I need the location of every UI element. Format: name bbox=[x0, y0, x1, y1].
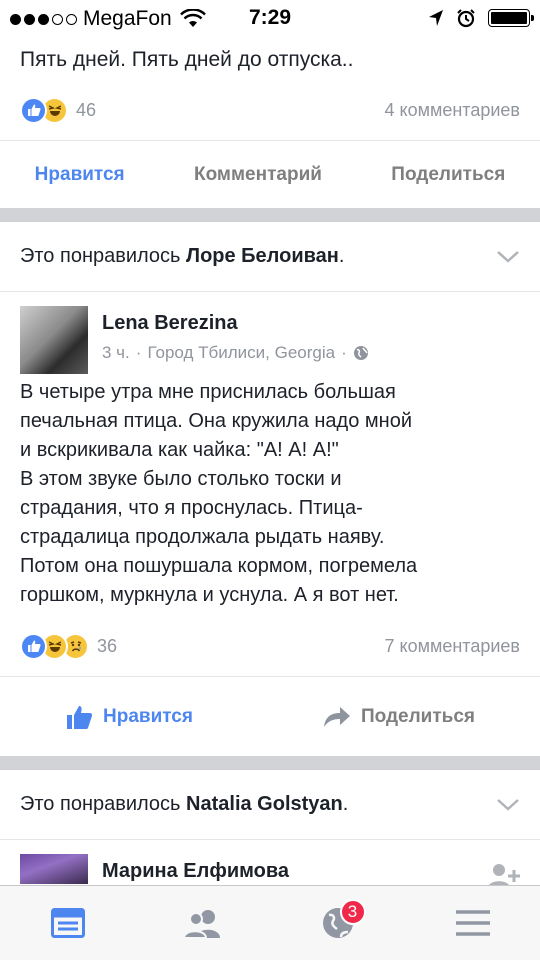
comment-button[interactable]: Комментарий bbox=[194, 164, 322, 186]
author-name[interactable]: Марина Елфимова bbox=[102, 860, 488, 883]
like-button[interactable]: Нравится bbox=[35, 164, 125, 186]
liked-by-text: Это понравилось Лоре Белоиван. bbox=[20, 245, 345, 267]
feed-divider bbox=[0, 208, 540, 222]
news-feed-icon bbox=[50, 908, 85, 938]
share-button[interactable]: Поделиться bbox=[391, 164, 505, 186]
hamburger-menu-icon bbox=[455, 910, 490, 936]
reactions-summary[interactable]: 46 bbox=[20, 96, 97, 124]
story-header: Это понравилось Natalia Golstyan. bbox=[0, 770, 540, 840]
post-author: Марина Елфимова bbox=[0, 840, 540, 885]
location-arrow-icon bbox=[429, 10, 443, 26]
like-button[interactable]: Нравится bbox=[65, 703, 193, 731]
liked-by-name[interactable]: Лоре Белоиван bbox=[186, 245, 339, 267]
like-reaction-icon bbox=[20, 96, 47, 124]
status-bar: MegaFon 7:29 bbox=[0, 0, 540, 36]
notifications-badge: 3 bbox=[339, 899, 366, 925]
comments-count[interactable]: 7 комментариев bbox=[385, 636, 521, 657]
friends-icon bbox=[183, 910, 220, 938]
avatar[interactable] bbox=[20, 306, 88, 374]
avatar[interactable] bbox=[20, 854, 88, 884]
post-stats: 36 7 комментариев bbox=[0, 616, 540, 676]
feed-divider bbox=[0, 756, 540, 770]
post-location[interactable]: Город Тбилиси, Georgia bbox=[147, 343, 335, 363]
post-time[interactable]: 3 ч. bbox=[102, 343, 130, 363]
news-feed[interactable]: Пять дней. Пять дней до отпуска.. 46 4 к… bbox=[0, 36, 540, 885]
like-label: Нравится bbox=[103, 705, 193, 727]
post-card: Это понравилось Лоре Белоиван. Lena Bere… bbox=[0, 222, 540, 756]
reactions-summary[interactable]: 36 bbox=[20, 632, 118, 660]
tab-menu[interactable] bbox=[443, 893, 503, 953]
tab-friend-requests[interactable] bbox=[173, 893, 233, 953]
tab-bar: 3 bbox=[0, 885, 540, 960]
tab-notifications[interactable]: 3 bbox=[308, 893, 368, 953]
post-meta: 3 ч. · Город Тбилиси, Georgia · bbox=[102, 343, 369, 363]
share-button[interactable]: Поделиться bbox=[323, 705, 475, 729]
post-stats: 46 4 комментариев bbox=[0, 80, 540, 140]
post-text: Пять дней. Пять дней до отпуска.. bbox=[20, 48, 354, 71]
share-label: Поделиться bbox=[360, 705, 475, 727]
liked-by-text: Это понравилось Natalia Golstyan. bbox=[20, 793, 349, 815]
globe-icon bbox=[353, 346, 368, 360]
author-name[interactable]: Lena Berezina bbox=[102, 312, 369, 335]
liked-by-name[interactable]: Natalia Golstyan bbox=[186, 793, 343, 815]
reactions-count: 36 bbox=[97, 635, 118, 656]
reactions-count: 46 bbox=[76, 99, 97, 120]
add-friend-icon[interactable] bbox=[488, 862, 520, 885]
like-reaction-icon bbox=[20, 632, 47, 660]
post-card: Это понравилось Natalia Golstyan. Марина… bbox=[0, 770, 540, 885]
post-actions: Нравится Поделиться bbox=[0, 676, 540, 756]
tab-news-feed[interactable] bbox=[38, 893, 98, 953]
post-author: Lena Berezina 3 ч. · Город Тбилиси, Geor… bbox=[0, 292, 540, 378]
alarm-clock-icon bbox=[457, 9, 475, 28]
chevron-down-icon[interactable] bbox=[496, 798, 520, 812]
thumbs-up-icon bbox=[67, 705, 93, 729]
story-header: Это понравилось Лоре Белоиван. bbox=[0, 222, 540, 292]
post-text: В четыре утра мне приснилась большая печ… bbox=[20, 381, 418, 606]
share-arrow-icon bbox=[323, 706, 350, 727]
chevron-down-icon[interactable] bbox=[496, 250, 520, 264]
comments-count[interactable]: 4 комментариев bbox=[385, 100, 521, 121]
battery-icon bbox=[488, 9, 534, 27]
post-card: Пять дней. Пять дней до отпуска.. 46 4 к… bbox=[0, 36, 540, 208]
post-actions: Нравится Комментарий Поделиться bbox=[0, 140, 540, 208]
